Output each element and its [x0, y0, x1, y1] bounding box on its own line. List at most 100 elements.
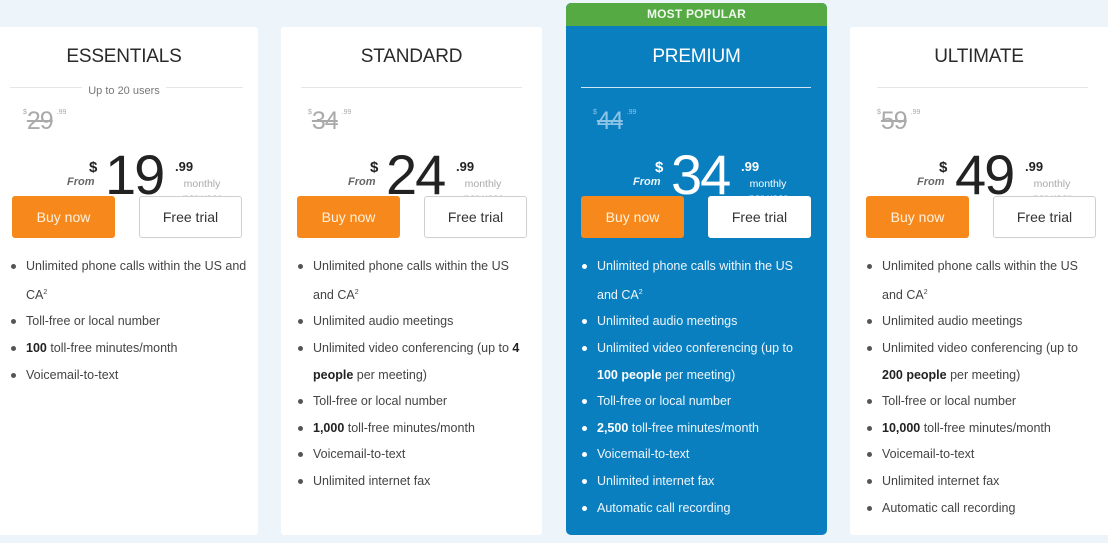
free-trial-button[interactable]: Free trial: [139, 196, 242, 238]
old-price-value: 34: [311, 107, 339, 135]
feature-item: Toll-free or local number: [581, 388, 817, 415]
old-price-currency: $: [23, 109, 27, 116]
feature-text: Unlimited phone calls within the US and …: [313, 259, 509, 302]
free-trial-button[interactable]: Free trial: [993, 196, 1096, 238]
feature-text: Toll-free or local number: [882, 394, 1017, 409]
feature-text: Toll-free or local number: [313, 394, 448, 409]
old-price-cents: .99: [910, 109, 921, 116]
plan-card-essentials: ESSENTIALS Up to 20 users $29.99 From $ …: [0, 27, 258, 535]
feature-item: Unlimited internet fax: [866, 468, 1100, 495]
feature-highlight: 1,000: [313, 420, 345, 435]
plan-title: STANDARD: [360, 46, 463, 67]
period-line1: monthly: [1033, 178, 1071, 190]
plan-title: PREMIUM: [652, 46, 741, 67]
footnote-marker: 2: [354, 288, 359, 296]
feature-text: Unlimited video conferencing (up to: [882, 340, 1078, 355]
feature-text: Unlimited internet fax: [882, 473, 1000, 488]
most-popular-badge: MOST POPULAR: [566, 3, 827, 26]
feature-text: per meeting): [353, 367, 427, 382]
feature-text: toll-free minutes/month: [344, 420, 475, 435]
feature-highlight: 100 people: [597, 367, 662, 382]
feature-item: Voicemail-to-text: [10, 362, 248, 389]
feature-text: per meeting): [946, 367, 1021, 382]
old-price-cents: .99: [56, 109, 67, 116]
feature-item: Unlimited internet fax: [297, 468, 532, 495]
from-label: From: [348, 176, 376, 188]
plan-subtitle: Up to 20 users: [0, 81, 258, 99]
feature-text: Voicemail-to-text: [313, 447, 406, 462]
feature-text: Automatic call recording: [882, 500, 1016, 515]
feature-item: Unlimited audio meetings: [581, 308, 817, 335]
feature-text: Unlimited video conferencing (up to: [597, 340, 793, 355]
price-cents: .99: [456, 159, 475, 174]
price-currency: $: [370, 159, 379, 176]
feature-item: Unlimited phone calls within the US and …: [10, 253, 248, 308]
feature-text: Automatic call recording: [597, 500, 731, 515]
price-cents: .99: [1025, 159, 1044, 174]
feature-item: 2,500 toll-free minutes/month: [581, 415, 817, 442]
feature-text: toll-free minutes/month: [628, 420, 759, 435]
feature-item: Unlimited audio meetings: [866, 308, 1100, 335]
feature-list: Unlimited phone calls within the US and …: [297, 253, 532, 495]
feature-item: Voicemail-to-text: [581, 441, 817, 468]
old-price-value: 29: [26, 107, 54, 135]
plan-title: ULTIMATE: [934, 46, 1024, 67]
feature-item: Toll-free or local number: [297, 388, 532, 415]
plan-card-ultimate: ULTIMATE $59.99 From $ 49 .99 monthlyper…: [850, 27, 1108, 535]
feature-text: Unlimited internet fax: [313, 473, 431, 488]
feature-item: Toll-free or local number: [10, 308, 248, 335]
footnote-marker: 2: [43, 288, 48, 296]
price-cents: .99: [741, 159, 760, 174]
free-trial-button[interactable]: Free trial: [424, 196, 527, 238]
feature-item: 100 toll-free minutes/month: [10, 335, 248, 362]
divider: [301, 87, 522, 88]
buy-now-button[interactable]: Buy now: [12, 196, 115, 238]
buy-now-button[interactable]: Buy now: [297, 196, 400, 238]
feature-item: Unlimited phone calls within the US and …: [581, 253, 817, 308]
feature-text: Voicemail-to-text: [882, 447, 975, 462]
divider: [877, 87, 1088, 88]
old-price: $44.99: [593, 107, 636, 136]
period-line1: monthly: [749, 178, 787, 190]
old-price-cents: .99: [626, 109, 637, 116]
feature-text: Unlimited phone calls within the US and …: [597, 259, 793, 302]
feature-item: Unlimited video conferencing (up to 100 …: [581, 335, 817, 388]
subtitle-text: Up to 20 users: [82, 85, 166, 97]
feature-text: Unlimited internet fax: [597, 473, 715, 488]
feature-item: Voicemail-to-text: [297, 441, 532, 468]
old-price-cents: .99: [341, 109, 352, 116]
feature-item: Unlimited phone calls within the US and …: [297, 253, 532, 308]
old-price-currency: $: [877, 109, 881, 116]
feature-item: Unlimited internet fax: [581, 468, 817, 495]
feature-text: Voicemail-to-text: [26, 367, 119, 382]
buy-now-button[interactable]: Buy now: [866, 196, 969, 238]
feature-list: Unlimited phone calls within the US and …: [866, 253, 1100, 521]
feature-text: Unlimited audio meetings: [313, 314, 454, 329]
feature-item: Toll-free or local number: [866, 388, 1100, 415]
feature-highlight: 200 people: [882, 367, 947, 382]
feature-item: Unlimited video conferencing (up to 4 pe…: [297, 335, 532, 388]
feature-highlight: 100: [26, 340, 47, 355]
feature-item: Unlimited audio meetings: [297, 308, 532, 335]
feature-text: Voicemail-to-text: [597, 447, 690, 462]
feature-text: Toll-free or local number: [597, 394, 732, 409]
from-label: From: [67, 176, 95, 188]
feature-text: Toll-free or local number: [26, 314, 161, 329]
from-label: From: [633, 176, 661, 188]
free-trial-button[interactable]: Free trial: [708, 196, 811, 238]
footnote-marker: 2: [923, 288, 928, 296]
price-cents: .99: [175, 159, 194, 174]
buy-now-button[interactable]: Buy now: [581, 196, 684, 238]
feature-item: 1,000 toll-free minutes/month: [297, 415, 532, 442]
feature-highlight: 2,500: [597, 420, 629, 435]
feature-text: Unlimited audio meetings: [882, 314, 1023, 329]
feature-highlight: 10,000: [882, 420, 921, 435]
feature-item: Automatic call recording: [866, 495, 1100, 522]
plan-title: ESSENTIALS: [66, 46, 182, 67]
feature-text: toll-free minutes/month: [46, 340, 178, 355]
feature-text: toll-free minutes/month: [920, 420, 1051, 435]
price-currency: $: [89, 159, 98, 176]
period-line1: monthly: [464, 178, 502, 190]
feature-text: Unlimited phone calls within the US and …: [26, 259, 247, 302]
footnote-marker: 2: [638, 288, 643, 296]
